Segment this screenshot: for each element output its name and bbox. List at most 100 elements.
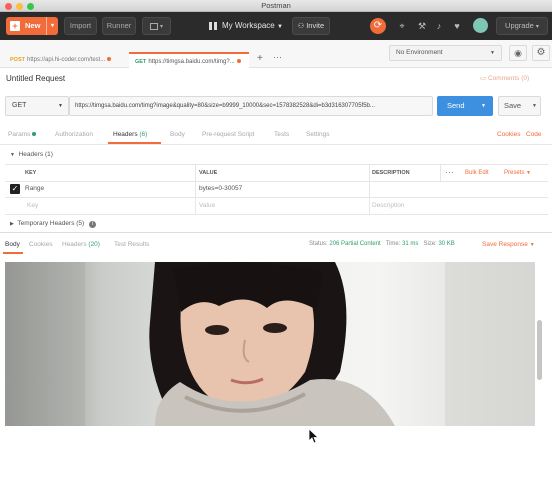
avatar[interactable] bbox=[473, 18, 488, 33]
invite-button[interactable]: ⚇ Invite bbox=[292, 17, 330, 35]
response-meta: Status: 206 Partial Content Time: 31 ms … bbox=[309, 241, 455, 247]
request-tab-bar: POST https://api.hi-coder.com/test... GET… bbox=[0, 40, 552, 68]
value-input[interactable]: Value bbox=[199, 202, 215, 209]
divider bbox=[5, 164, 548, 165]
response-image bbox=[5, 262, 535, 426]
chevron-down-icon: ▾ bbox=[46, 17, 54, 35]
tab-tests[interactable]: Tests bbox=[274, 131, 289, 138]
upgrade-label: Upgrade bbox=[505, 21, 534, 30]
request-title[interactable]: Untitled Request bbox=[6, 74, 65, 83]
tab-authorization[interactable]: Authorization bbox=[55, 131, 93, 138]
divider bbox=[5, 197, 548, 198]
headers-section-title: Headers bbox=[18, 151, 44, 158]
save-label: Save bbox=[504, 101, 522, 110]
new-label: New bbox=[25, 21, 41, 30]
portrait-photo bbox=[5, 262, 535, 426]
new-window-button[interactable]: ▾ bbox=[142, 17, 171, 35]
caret-down-icon: ▼ bbox=[481, 103, 486, 109]
unsaved-dot-icon bbox=[236, 59, 241, 64]
response-tab-cookies[interactable]: Cookies bbox=[29, 241, 52, 248]
caret-down-icon: ▼ bbox=[532, 103, 537, 109]
response-tab-test-results[interactable]: Test Results bbox=[114, 241, 149, 248]
divider bbox=[0, 144, 552, 145]
environment-label: No Environment bbox=[396, 49, 443, 56]
add-user-icon: ⚇ bbox=[297, 23, 305, 30]
chevron-down-icon: ▾ bbox=[160, 24, 164, 30]
workspace-label: My Workspace bbox=[222, 21, 275, 30]
window-titlebar: Postman bbox=[0, 0, 552, 12]
request-tab-post[interactable]: POST https://api.hi-coder.com/test... bbox=[4, 52, 126, 68]
eye-icon[interactable]: ◉ bbox=[509, 45, 527, 61]
add-tab-icon[interactable]: + bbox=[257, 53, 263, 64]
tab-params[interactable]: Params bbox=[8, 131, 37, 138]
headers-section-toggle[interactable]: ▼ Headers (1) bbox=[10, 151, 53, 158]
temporary-headers-toggle[interactable]: ▶ Temporary Headers (5) i bbox=[10, 220, 97, 228]
send-button[interactable]: Send ▼ bbox=[437, 96, 493, 116]
import-button[interactable]: Import bbox=[64, 17, 97, 35]
scrollbar-thumb[interactable] bbox=[537, 320, 542, 380]
bell-icon[interactable]: ♪ bbox=[433, 20, 445, 32]
caret-down-icon: ▼ bbox=[58, 103, 63, 109]
header-key-cell[interactable]: Range bbox=[25, 185, 44, 192]
status-label: Status: bbox=[309, 241, 328, 247]
tab-url: https://timgsa.baidu.com/timg?... bbox=[148, 59, 235, 65]
divider bbox=[195, 164, 196, 214]
checkbox-checked[interactable]: ✓ bbox=[10, 184, 20, 194]
divider bbox=[369, 164, 370, 214]
chevron-right-icon: ▶ bbox=[10, 221, 14, 227]
time-label: Time: bbox=[385, 241, 401, 247]
chevron-down-icon: ▼ bbox=[10, 152, 15, 158]
presets-link[interactable]: Presets ▼ bbox=[504, 170, 531, 176]
new-window-icon bbox=[149, 22, 158, 30]
description-input[interactable]: Description bbox=[372, 202, 405, 209]
bulk-edit-link[interactable]: Bulk Edit bbox=[465, 170, 489, 176]
response-tab-headers[interactable]: Headers (20) bbox=[62, 241, 100, 248]
size-label: Size: bbox=[423, 241, 437, 247]
save-response-button[interactable]: Save Response ▼ bbox=[482, 241, 535, 248]
heart-icon[interactable]: ♥ bbox=[451, 20, 463, 32]
tab-method: GET bbox=[135, 59, 147, 65]
tab-body[interactable]: Body bbox=[170, 131, 185, 138]
comments-link[interactable]: ▭ Comments (0) bbox=[480, 74, 529, 82]
more-options-icon[interactable]: ··· bbox=[445, 167, 454, 177]
grid-icon bbox=[209, 21, 217, 30]
environment-select[interactable]: No Environment ▼ bbox=[389, 45, 502, 61]
status-value[interactable]: 206 Partial Content bbox=[329, 241, 380, 247]
tab-prerequest-script[interactable]: Pre-request Script bbox=[202, 131, 254, 138]
more-tabs-icon[interactable]: ··· bbox=[273, 52, 282, 62]
satellite-icon[interactable]: ⌖ bbox=[396, 20, 408, 32]
workspace-switcher[interactable]: My Workspace ▼ bbox=[209, 17, 283, 35]
column-value: VALUE bbox=[199, 170, 218, 176]
sync-icon[interactable]: ⟳ bbox=[370, 18, 386, 34]
header-value-cell[interactable]: bytes=0-30057 bbox=[199, 185, 242, 192]
response-tab-body[interactable]: Body bbox=[5, 241, 20, 248]
status-dot-icon bbox=[32, 132, 37, 137]
tab-headers[interactable]: Headers (6) bbox=[113, 131, 147, 138]
mouse-cursor-icon bbox=[308, 428, 320, 446]
time-value[interactable]: 31 ms bbox=[402, 241, 418, 247]
upgrade-button[interactable]: Upgrade ▾ bbox=[496, 17, 548, 35]
comment-icon: ▭ bbox=[480, 75, 487, 82]
unsaved-dot-icon bbox=[107, 57, 112, 62]
caret-down-icon: ▼ bbox=[529, 242, 535, 248]
tab-settings[interactable]: Settings bbox=[306, 131, 330, 138]
tab-headers-label: Headers bbox=[113, 131, 138, 138]
caret-down-icon: ▼ bbox=[526, 170, 531, 176]
code-link[interactable]: Code bbox=[526, 131, 542, 138]
method-select[interactable]: GET ▼ bbox=[5, 96, 69, 116]
cookies-link[interactable]: Cookies bbox=[497, 131, 520, 138]
comments-label: Comments (0) bbox=[487, 75, 530, 82]
key-input[interactable]: Key bbox=[27, 202, 38, 209]
new-button[interactable]: + New ▾ bbox=[6, 17, 58, 35]
info-icon: i bbox=[89, 221, 97, 228]
request-tab-get[interactable]: GET https://timgsa.baidu.com/timg?... bbox=[129, 52, 249, 68]
size-value[interactable]: 30 KB bbox=[438, 241, 454, 247]
tab-params-label: Params bbox=[8, 131, 31, 138]
gear-icon[interactable]: ⚙ bbox=[532, 45, 550, 61]
runner-button[interactable]: Runner bbox=[102, 17, 136, 35]
url-input[interactable]: https://timgsa.baidu.com/timg?image&qual… bbox=[69, 96, 433, 116]
wrench-icon[interactable]: ⚒ bbox=[416, 20, 428, 32]
presets-label: Presets bbox=[504, 170, 525, 176]
caret-down-icon: ▼ bbox=[490, 50, 495, 56]
save-button[interactable]: Save ▼ bbox=[498, 96, 541, 116]
